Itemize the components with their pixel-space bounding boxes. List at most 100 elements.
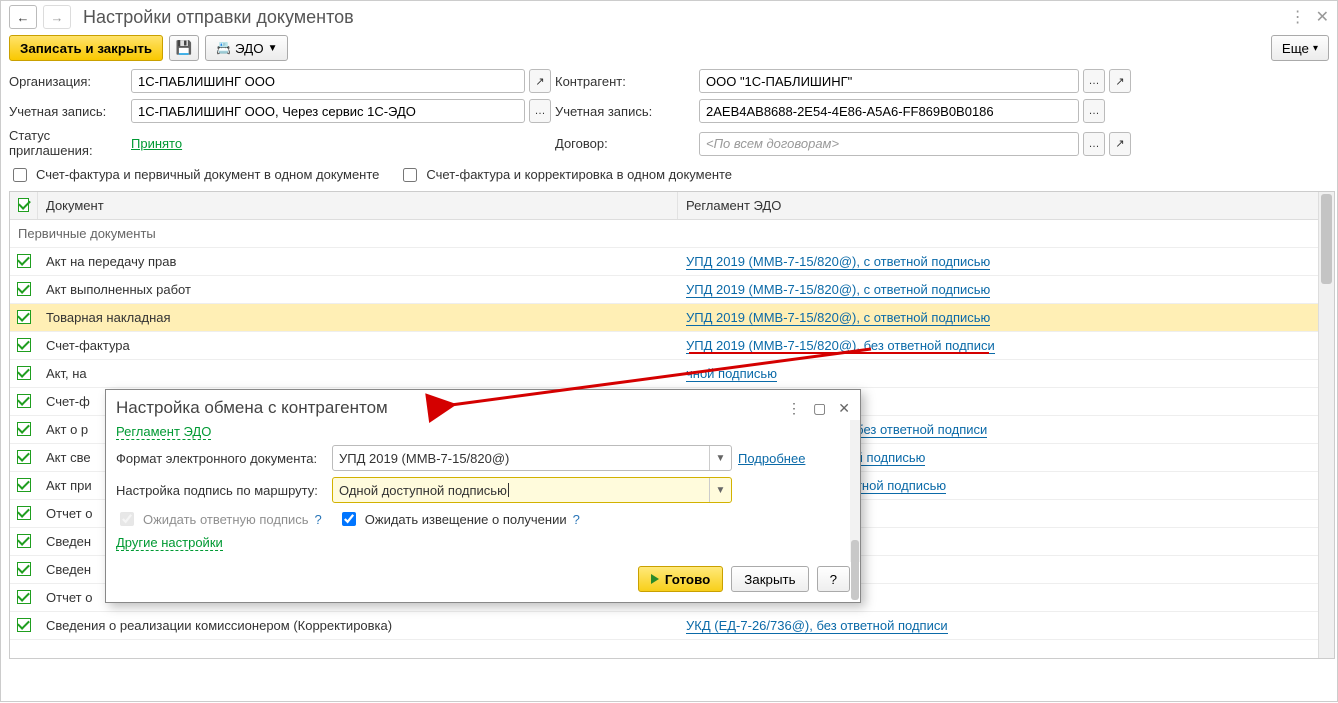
sign-route-label: Настройка подпись по маршруту: [116, 483, 326, 498]
dialog-title: Настройка обмена с контрагентом [116, 398, 388, 418]
dialog-scrollbar[interactable] [850, 420, 860, 562]
check-icon [17, 562, 31, 576]
row-check[interactable] [10, 618, 38, 632]
open-icon[interactable]: ↗ [1109, 132, 1131, 156]
done-label: Готово [665, 572, 710, 587]
table-row[interactable]: Товарная накладная УПД 2019 (ММВ-7-15/820… [10, 304, 1334, 332]
row-check[interactable] [10, 450, 38, 464]
kebab-icon[interactable]: ⋮ [787, 400, 801, 417]
check-icon [17, 450, 31, 464]
table-row[interactable]: Акт выполненных работ УПД 2019 (ММВ-7-15/… [10, 276, 1334, 304]
row-check[interactable] [10, 310, 38, 324]
doc-cell: Товарная накладная [38, 310, 678, 325]
doc-cell: Акт выполненных работ [38, 282, 678, 297]
scroll-thumb[interactable] [1321, 194, 1332, 284]
check-icon [17, 506, 31, 520]
help-icon[interactable]: ? [573, 512, 580, 527]
edo-dropdown-button[interactable]: 📇 ЭДО ▼ [205, 35, 288, 61]
options-row: Счет-фактура и первичный документ в одно… [1, 165, 1337, 191]
table-row[interactable]: Акт на передачу правУПД 2019 (ММВ-7-15/8… [10, 248, 1334, 276]
counterparty-field[interactable] [699, 69, 1079, 93]
ellipsis-icon[interactable]: … [1083, 132, 1105, 156]
invoice-primary-checkbox[interactable]: Счет-фактура и первичный документ в одно… [9, 165, 379, 185]
row-check[interactable] [10, 422, 38, 436]
table-row[interactable]: Акт, на чной подписью [10, 360, 1334, 388]
save-button[interactable]: 💾 [169, 35, 199, 61]
check-icon [18, 198, 29, 212]
check-icon [17, 590, 31, 604]
scroll-thumb[interactable] [851, 540, 859, 600]
table-row[interactable]: Счет-фактураУПД 2019 (ММВ-7-15/820@), бе… [10, 332, 1334, 360]
text-cursor [508, 483, 509, 497]
contract-placeholder: <По всем договорам> [706, 136, 839, 151]
reglament-link[interactable]: УПД 2019 (ММВ-7-15/820@), с ответной под… [686, 310, 990, 326]
vertical-scrollbar[interactable] [1318, 192, 1334, 658]
row-check[interactable] [10, 506, 38, 520]
cp-account-field[interactable] [699, 99, 1079, 123]
cb-label: Ожидать ответную подпись [143, 512, 309, 527]
help-icon[interactable]: ? [315, 512, 322, 527]
reglament-link[interactable]: УКД (ЕД-7-26/736@), без ответной подписи [686, 618, 948, 634]
form-area: Организация: ↗ Контрагент: … ↗ Учетная з… [1, 69, 1337, 165]
account-field[interactable] [131, 99, 525, 123]
ellipsis-icon[interactable]: … [1083, 69, 1105, 93]
header-reglament[interactable]: Регламент ЭДО [678, 192, 1334, 219]
close-icon[interactable]: ✕ [838, 400, 850, 417]
doc-cell: Сведения о реализации комиссионером (Кор… [38, 618, 678, 633]
check-icon [17, 338, 31, 352]
reglament-link[interactable]: чной подписью [686, 366, 777, 382]
contract-label: Договор: [555, 136, 695, 151]
org-field[interactable] [131, 69, 525, 93]
nav-forward-button[interactable]: → [43, 5, 71, 29]
reglament-link[interactable]: УПД 2019 (ММВ-7-15/820@), с ответной под… [686, 282, 990, 298]
row-check[interactable] [10, 366, 38, 380]
help-button[interactable]: ? [817, 566, 850, 592]
other-settings-link[interactable]: Другие настройки [116, 535, 223, 551]
done-button[interactable]: Готово [638, 566, 723, 592]
wait-reply-checkbox[interactable]: Ожидать ответную подпись [116, 509, 309, 529]
ellipsis-icon[interactable]: … [1083, 99, 1105, 123]
reglament-link[interactable]: УПД 2019 (ММВ-7-15/820@), с ответной под… [686, 254, 990, 270]
row-check[interactable] [10, 590, 38, 604]
row-check[interactable] [10, 534, 38, 548]
row-check[interactable] [10, 338, 38, 352]
close-button[interactable]: Закрыть [731, 566, 808, 592]
reglament-link[interactable]: Регламент ЭДО [116, 424, 211, 440]
save-close-button[interactable]: Записать и закрыть [9, 35, 163, 61]
open-icon[interactable]: ↗ [529, 69, 551, 93]
status-link[interactable]: Принято [131, 136, 182, 151]
kebab-icon[interactable]: ⋮ [1290, 7, 1306, 27]
open-icon[interactable]: ↗ [1109, 69, 1131, 93]
row-check[interactable] [10, 254, 38, 268]
header-document[interactable]: Документ [38, 192, 678, 219]
check-icon [17, 310, 31, 324]
more-link[interactable]: Подробнее [738, 451, 805, 466]
row-check[interactable] [10, 478, 38, 492]
nav-back-button[interactable]: ← [9, 5, 37, 29]
ellipsis-icon[interactable]: … [529, 99, 551, 123]
format-label: Формат электронного документа: [116, 451, 326, 466]
close-icon[interactable]: ✕ [1316, 7, 1329, 27]
header-check-cell[interactable] [10, 192, 38, 219]
edo-label: ЭДО [235, 41, 264, 56]
table-row[interactable]: Сведения о реализации комиссионером (Кор… [10, 612, 1334, 640]
annotation-underline [689, 352, 989, 354]
contract-field[interactable]: <По всем договорам> [699, 132, 1079, 156]
page-title: Настройки отправки документов [83, 7, 354, 28]
maximize-icon[interactable]: ▢ [813, 400, 826, 417]
wait-notice-checkbox[interactable]: Ожидать извещение о получении [338, 509, 567, 529]
invoice-correction-checkbox[interactable]: Счет-фактура и корректировка в одном док… [399, 165, 732, 185]
row-check[interactable] [10, 394, 38, 408]
doc-cell: Счет-фактура [38, 338, 678, 353]
account-label: Учетная запись: [9, 104, 127, 119]
more-button[interactable]: Еще ▾ [1271, 35, 1329, 61]
doc-cell: Акт, на [38, 366, 678, 381]
status-label: Статус приглашения: [9, 129, 127, 159]
row-check[interactable] [10, 282, 38, 296]
window-header: ← → Настройки отправки документов ⋮ ✕ [1, 1, 1337, 33]
play-icon [651, 574, 659, 584]
sign-route-select[interactable]: Одной доступной подписью ▼ [332, 477, 732, 503]
format-select[interactable]: УПД 2019 (ММВ-7-15/820@) ▼ [332, 445, 732, 471]
row-check[interactable] [10, 562, 38, 576]
cb-label: Счет-фактура и корректировка в одном док… [426, 167, 732, 182]
